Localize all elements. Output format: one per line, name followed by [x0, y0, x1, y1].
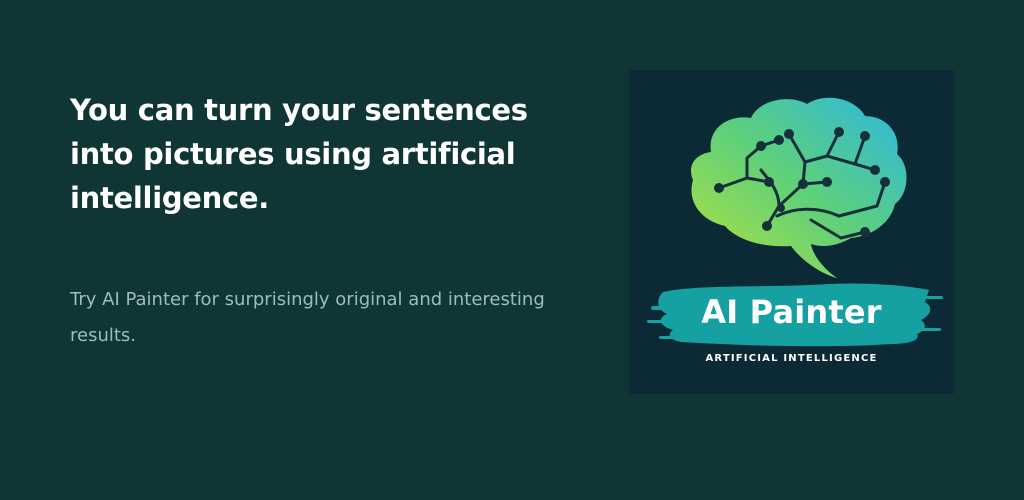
- logo-brand-name: AI Painter: [701, 293, 882, 331]
- logo-tagline: ARTIFICIAL INTELLIGENCE: [705, 353, 878, 364]
- hero-subtext: Try AI Painter for surprisingly original…: [70, 289, 545, 346]
- hero-headline: You can turn your sentences into picture…: [70, 93, 528, 215]
- brain-circuit-icon: [647, 97, 943, 347]
- ai-painter-logo: AI Painter ARTIFICIAL INTELLIGENCE: [629, 70, 954, 394]
